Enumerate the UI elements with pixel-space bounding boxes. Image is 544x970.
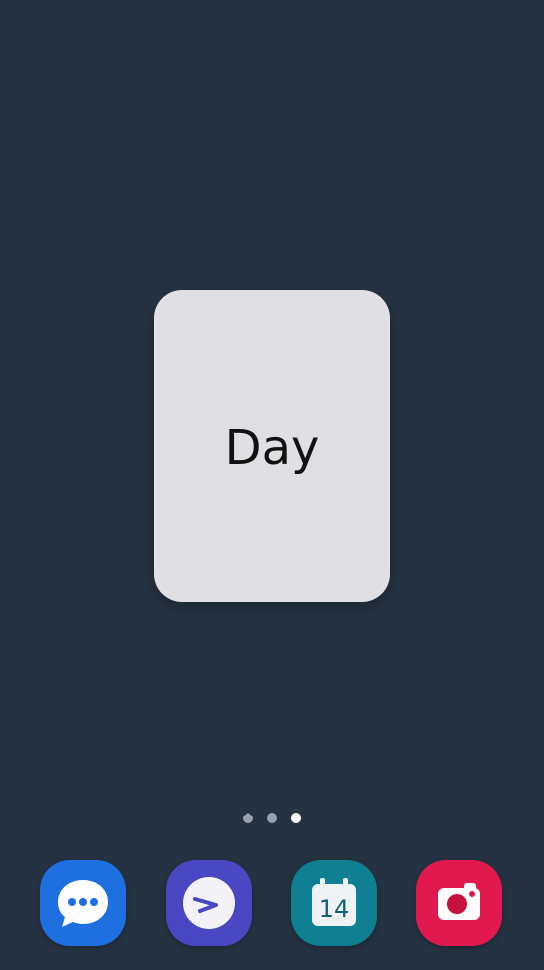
direct-share-icon [183,877,235,929]
calendar-app-icon[interactable]: 14 [291,860,377,946]
page-dot-2[interactable] [267,813,277,823]
messages-icon [58,880,108,927]
app-dock: 14 [0,858,544,948]
messages-app-icon[interactable] [40,860,126,946]
day-widget[interactable]: Day [154,290,390,602]
page-dot-3-active[interactable] [291,813,301,823]
calendar-date: 14 [319,895,350,923]
calendar-icon: 14 [312,878,356,926]
widget-label: Day [224,420,320,476]
camera-icon [438,883,480,920]
camera-app-icon[interactable] [416,860,502,946]
direct-share-app-icon[interactable] [166,860,252,946]
home-screen: Day 14 [0,0,544,970]
page-indicator [0,811,544,825]
home-page-dot[interactable] [243,813,253,823]
